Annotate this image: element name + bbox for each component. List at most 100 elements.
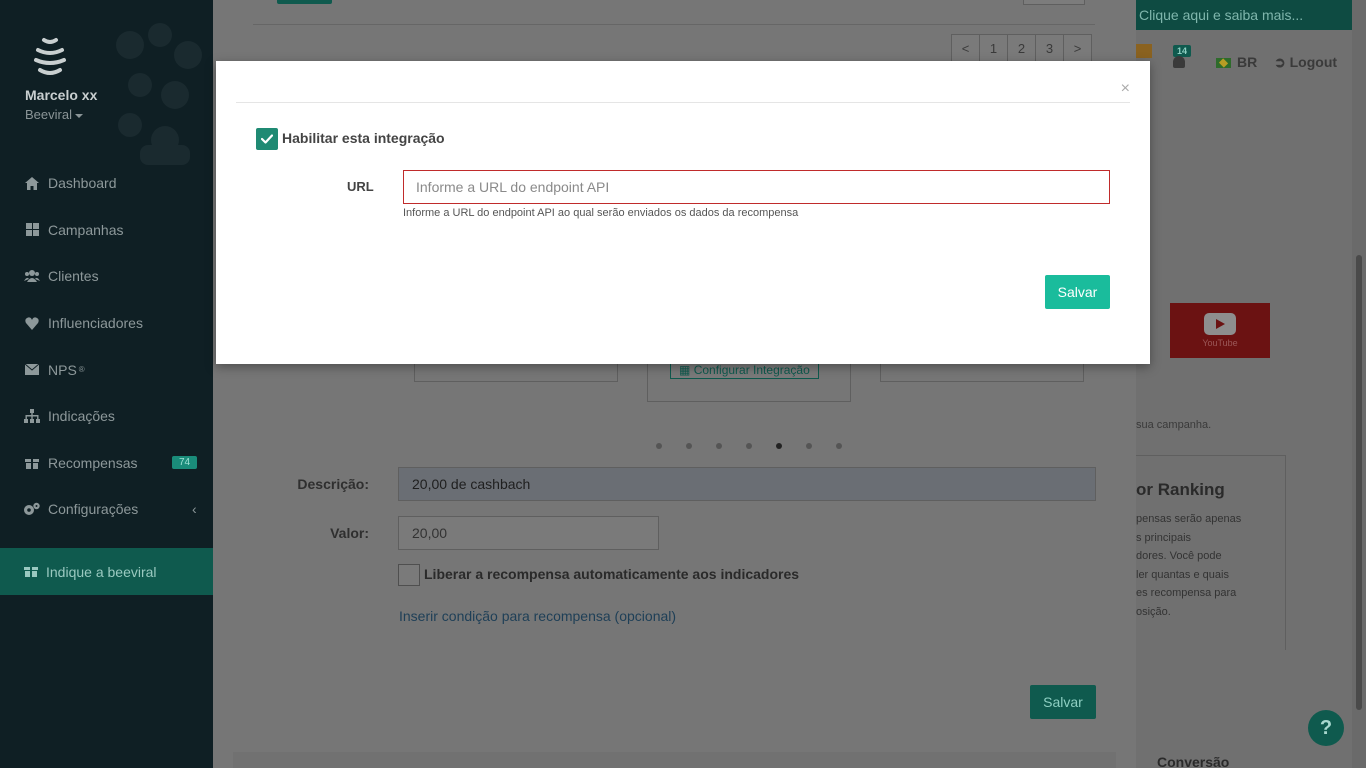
carousel-dot[interactable]: [746, 443, 752, 449]
url-label: URL: [347, 179, 374, 194]
sidebar-item-configuracoes[interactable]: Configurações ‹: [0, 486, 213, 533]
logout-icon: ➲: [1274, 54, 1286, 70]
carousel-dot[interactable]: [806, 443, 812, 449]
bell-icon[interactable]: [1173, 56, 1185, 68]
ranking-line: osição.: [1136, 605, 1171, 618]
save-reward-button[interactable]: Salvar: [1030, 685, 1096, 719]
valor-label: Valor:: [330, 525, 369, 541]
sidebar-item-label: Clientes: [48, 268, 99, 285]
help-button[interactable]: ?: [1308, 710, 1344, 746]
caret-down-icon: [74, 113, 83, 118]
registered-mark: ®: [78, 365, 85, 375]
ranking-description: pensas serão apenas s principais dores. …: [1136, 510, 1286, 622]
chevron-left-icon: ‹: [192, 501, 197, 518]
youtube-integration-card[interactable]: YouTube: [1170, 303, 1270, 358]
language-label: BR: [1237, 54, 1258, 70]
toggle-button-fragment[interactable]: [277, 0, 332, 4]
conversao-title: Conversão: [1157, 754, 1230, 768]
enable-integration-label: Habilitar esta integração: [282, 130, 445, 146]
ranking-title: or Ranking: [1136, 480, 1225, 499]
sidebar-item-influenciadores[interactable]: Influenciadores: [0, 300, 213, 347]
beeviral-logo-icon: [34, 38, 66, 75]
pagination-page-1[interactable]: 1: [979, 34, 1008, 62]
auto-release-checkbox[interactable]: [398, 564, 420, 586]
sidebar-item-indicacoes[interactable]: Indicações: [0, 393, 213, 440]
valor-input[interactable]: 20,00: [398, 516, 659, 550]
logout-button[interactable]: ➲ Logout: [1274, 54, 1337, 71]
sidebar-item-dashboard[interactable]: Dashboard: [0, 160, 213, 207]
carousel-dot-active[interactable]: [776, 443, 782, 449]
carousel-dot[interactable]: [656, 443, 662, 449]
footer-strip: [233, 752, 1116, 768]
heart-icon: [24, 316, 40, 330]
enable-integration-checkbox[interactable]: [256, 128, 278, 150]
auto-release-label: Liberar a recompensa automaticamente aos…: [424, 566, 800, 582]
pagination-prev[interactable]: <: [951, 34, 980, 62]
user-name: Marcelo xx: [25, 87, 98, 103]
gift-icon: [24, 456, 40, 470]
carousel-dot[interactable]: [686, 443, 692, 449]
ranking-line: pensas serão apenas: [1136, 513, 1242, 525]
pagination-next[interactable]: >: [1063, 34, 1092, 62]
company-switcher[interactable]: Beeviral: [25, 107, 83, 122]
honeycomb-decoration-icon: [116, 23, 202, 165]
sidebar: Marcelo xx Beeviral Dashboard Campanhas …: [0, 0, 213, 768]
checkmark-icon: [261, 134, 273, 144]
sidebar-item-label: Dashboard: [48, 175, 117, 192]
banner-text: Clique aqui e saiba mais...: [1139, 7, 1304, 23]
ranking-line: es recompensa para: [1136, 587, 1237, 600]
indique-beeviral-button[interactable]: Indique a beeviral: [0, 548, 213, 595]
integration-card: [414, 362, 618, 382]
youtube-label: YouTube: [1202, 338, 1238, 348]
gift-icon: [24, 564, 38, 580]
divider: [253, 24, 1095, 25]
sidebar-item-label: NPS: [48, 361, 77, 378]
indique-label: Indique a beeviral: [46, 563, 157, 580]
save-button[interactable]: Salvar: [1045, 275, 1110, 309]
logout-label: Logout: [1289, 54, 1338, 70]
info-banner[interactable]: Clique aqui e saiba mais...: [1136, 0, 1366, 30]
ranking-line: s principais: [1136, 531, 1192, 544]
brazil-flag-icon: [1216, 58, 1231, 69]
scrollbar[interactable]: [1352, 0, 1366, 768]
recompensas-count-badge: 74: [172, 455, 198, 469]
sidebar-item-nps[interactable]: NPS ®: [0, 346, 213, 393]
pagination: < 1 2 3 >: [951, 34, 1092, 62]
carousel-dot[interactable]: [836, 443, 842, 449]
campaign-text: sua campanha.: [1136, 419, 1212, 431]
gift-icon: ▦: [679, 363, 691, 377]
url-input[interactable]: [403, 170, 1110, 204]
integration-card: [880, 362, 1084, 382]
ranking-card: or Ranking pensas serão apenas s princip…: [1136, 455, 1286, 650]
sitemap-icon: [24, 409, 40, 424]
sidebar-item-label: Indicações: [48, 408, 115, 425]
page-size-select-fragment[interactable]: [1023, 0, 1085, 5]
pagination-page-2[interactable]: 2: [1007, 34, 1036, 62]
scrollbar-thumb[interactable]: [1356, 255, 1362, 710]
envelope-icon: [24, 363, 40, 377]
users-icon: [24, 269, 40, 283]
descricao-label: Descrição:: [297, 476, 369, 492]
top-navbar: 14 BR ➲ Logout: [1136, 40, 1366, 90]
descricao-input[interactable]: 20,00 de cashbach: [398, 467, 1096, 501]
sidebar-item-clientes[interactable]: Clientes: [0, 253, 213, 300]
alert-badge[interactable]: [1136, 44, 1152, 58]
close-icon[interactable]: ×: [1121, 81, 1130, 97]
company-name: Beeviral: [25, 107, 72, 122]
sidebar-item-campanhas[interactable]: Campanhas: [0, 207, 213, 254]
sidebar-item-label: Influenciadores: [48, 315, 143, 332]
sidebar-item-recompensas[interactable]: Recompensas 74: [0, 440, 213, 487]
notifications-count-badge: 14: [1173, 45, 1192, 57]
gears-icon: [24, 502, 40, 516]
sidebar-item-label: Configurações: [48, 501, 139, 518]
add-condition-link[interactable]: Inserir condição para recompensa (opcion…: [399, 608, 676, 624]
ranking-line: dores. Você pode: [1136, 550, 1222, 563]
sidebar-item-label: Campanhas: [48, 221, 124, 238]
sidebar-item-label: Recompensas: [48, 454, 138, 471]
language-switcher[interactable]: BR: [1216, 54, 1257, 70]
carousel-dot[interactable]: [716, 443, 722, 449]
sidebar-nav: Dashboard Campanhas Clientes Influenciad…: [0, 160, 213, 533]
integration-modal: × Habilitar esta integração URL Informe …: [216, 61, 1150, 364]
home-icon: [24, 176, 40, 190]
pagination-page-3[interactable]: 3: [1035, 34, 1064, 62]
